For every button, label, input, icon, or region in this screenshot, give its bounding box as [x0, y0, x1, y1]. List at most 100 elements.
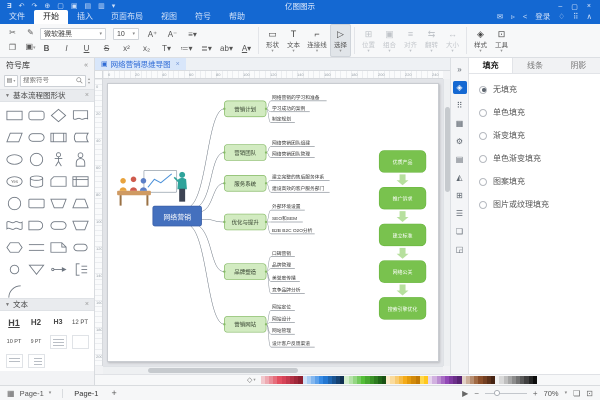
tools-button[interactable]: 工具▾: [491, 24, 512, 57]
radio-icon[interactable]: [479, 86, 487, 94]
page-selector[interactable]: Page-1: [20, 389, 44, 398]
shape-ellipse[interactable]: [4, 149, 24, 169]
line-spacing-icon[interactable]: ▾: [200, 44, 213, 53]
text-style-icon[interactable]: ▾: [160, 44, 173, 53]
presentation-icon[interactable]: [462, 389, 468, 398]
palette-swatch[interactable]: [533, 376, 537, 384]
fill-option-gradient[interactable]: 渐变填充: [479, 130, 590, 141]
fill-option-solid[interactable]: 单色填充: [479, 107, 590, 118]
shape-document[interactable]: [70, 105, 90, 125]
child-topic[interactable]: SEO和SEM: [272, 215, 297, 222]
tab-shadow[interactable]: 阴影: [557, 58, 600, 73]
fill-option-texture[interactable]: 图片或纹理填充: [479, 199, 590, 210]
login-button[interactable]: 登录: [535, 11, 550, 22]
theme-panel-icon[interactable]: [453, 135, 467, 148]
zoom-slider-handle[interactable]: [494, 390, 500, 396]
bullet-list-icon[interactable]: ▾: [180, 44, 193, 53]
strikethrough-icon[interactable]: S: [100, 44, 113, 53]
text-style-h2[interactable]: H2: [31, 318, 41, 327]
library-menu-button[interactable]: ▾: [4, 75, 18, 87]
size-button[interactable]: 大小▾: [442, 24, 463, 57]
vertical-scrollbar[interactable]: [443, 79, 450, 366]
text-style-thumbnail[interactable]: [72, 335, 89, 349]
child-topic[interactable]: 网络营销的学习和准备: [272, 94, 320, 101]
apps-icon[interactable]: [573, 12, 579, 21]
group-button[interactable]: 组合▾: [379, 24, 400, 57]
page-setup-panel-icon[interactable]: [453, 153, 467, 166]
text-style-9pt[interactable]: 9 PT: [31, 339, 42, 345]
child-topic[interactable]: 网站定位: [272, 303, 291, 310]
add-page-button[interactable]: +: [111, 388, 116, 398]
radio-icon[interactable]: [479, 109, 487, 117]
tab-symbols[interactable]: 符号: [186, 10, 220, 24]
shape-circle[interactable]: [26, 149, 46, 169]
chart-panel-icon[interactable]: [453, 171, 467, 184]
shape-annotation[interactable]: [70, 259, 90, 279]
close-button[interactable]: [587, 3, 591, 11]
feedback-icon[interactable]: [497, 12, 503, 21]
tab-page-layout[interactable]: 页面布局: [102, 10, 152, 24]
shape-person[interactable]: [48, 149, 68, 169]
style-button[interactable]: 样式▾: [470, 24, 491, 57]
select-tool-button[interactable]: 选择▾: [330, 24, 351, 57]
shape-predefined-process[interactable]: [48, 127, 68, 147]
promotion-icon[interactable]: [558, 12, 565, 21]
table-panel-icon[interactable]: [453, 189, 467, 202]
radio-icon[interactable]: [479, 132, 487, 140]
expand-panel-icon[interactable]: [453, 63, 467, 76]
library-pager-icons[interactable]: ▴▾: [88, 77, 90, 85]
alignment-icon[interactable]: ▾: [186, 30, 199, 39]
tab-file[interactable]: 文件: [0, 10, 34, 24]
child-topic[interactable]: 美誉度传播: [272, 275, 296, 282]
fill-color-icon[interactable]: ▾: [247, 376, 256, 384]
shape-rectangle[interactable]: [4, 105, 24, 125]
shape-stored-data[interactable]: [70, 127, 90, 147]
cut-icon[interactable]: [7, 27, 18, 38]
shape-delay[interactable]: [26, 215, 46, 235]
child-topic[interactable]: 网站设计: [272, 315, 291, 322]
shrink-font-icon[interactable]: A⁻: [166, 30, 179, 39]
document-tab[interactable]: 网络营销思维导图 ×: [95, 58, 186, 70]
fill-option-pattern[interactable]: 图案填充: [479, 176, 590, 187]
shape-yes-ellipse[interactable]: Yes: [4, 171, 24, 191]
child-topic[interactable]: 制定规划: [272, 116, 291, 123]
superscript-icon[interactable]: [120, 44, 133, 53]
shape-internal-storage[interactable]: [70, 171, 90, 191]
section-close-icon[interactable]: ×: [85, 301, 89, 308]
shape-junction-arrow[interactable]: [48, 259, 68, 279]
shape-parallelogram[interactable]: [4, 127, 24, 147]
italic-icon[interactable]: I: [60, 44, 73, 53]
shape-hexagon[interactable]: [4, 237, 24, 257]
collapse-ribbon-icon[interactable]: [587, 12, 593, 21]
text-style-h3[interactable]: H3: [54, 319, 63, 326]
child-topic[interactable]: 口碑营销: [272, 250, 291, 257]
page-tab[interactable]: Page-1: [74, 389, 98, 398]
text-style-10pt[interactable]: 10 PT: [7, 339, 22, 345]
zoom-caret-icon[interactable]: ▾: [565, 390, 568, 396]
fill-panel-icon[interactable]: [453, 81, 467, 94]
fill-option-none[interactable]: 无填充: [479, 84, 590, 95]
minimize-button[interactable]: [558, 3, 562, 11]
search-input[interactable]: [23, 77, 76, 84]
clipart-meeting[interactable]: [117, 170, 187, 205]
list-panel-icon[interactable]: [453, 207, 467, 220]
zoom-in-icon[interactable]: [533, 389, 538, 398]
connector-tool-button[interactable]: 连接线▾: [304, 24, 330, 57]
text-style-thumbnail[interactable]: [50, 335, 67, 349]
drawing-page[interactable]: 网络营销的学习和准备 学习成功的案例 制定规划 网络营销团队组建 网络营销团队管…: [107, 83, 439, 362]
radio-icon[interactable]: [479, 178, 487, 186]
zoom-out-icon[interactable]: [474, 389, 479, 398]
shape-manual-operation[interactable]: [48, 193, 68, 213]
shape-circle-2[interactable]: [4, 193, 24, 213]
picture-panel-icon[interactable]: [453, 117, 467, 130]
layers-panel-icon[interactable]: [453, 225, 467, 238]
font-color-icon[interactable]: ▾: [240, 44, 253, 53]
text-style-thumbnail[interactable]: [28, 354, 45, 368]
child-topic[interactable]: 外部环境设置: [272, 203, 301, 210]
shape-terminator[interactable]: [48, 215, 68, 235]
character-spacing-icon[interactable]: ▾: [220, 44, 233, 53]
shape-trapezoid[interactable]: [70, 193, 90, 213]
tab-line[interactable]: 线条: [513, 58, 556, 73]
shape-merge[interactable]: [26, 259, 46, 279]
child-topic[interactable]: 网站管理: [272, 327, 291, 334]
